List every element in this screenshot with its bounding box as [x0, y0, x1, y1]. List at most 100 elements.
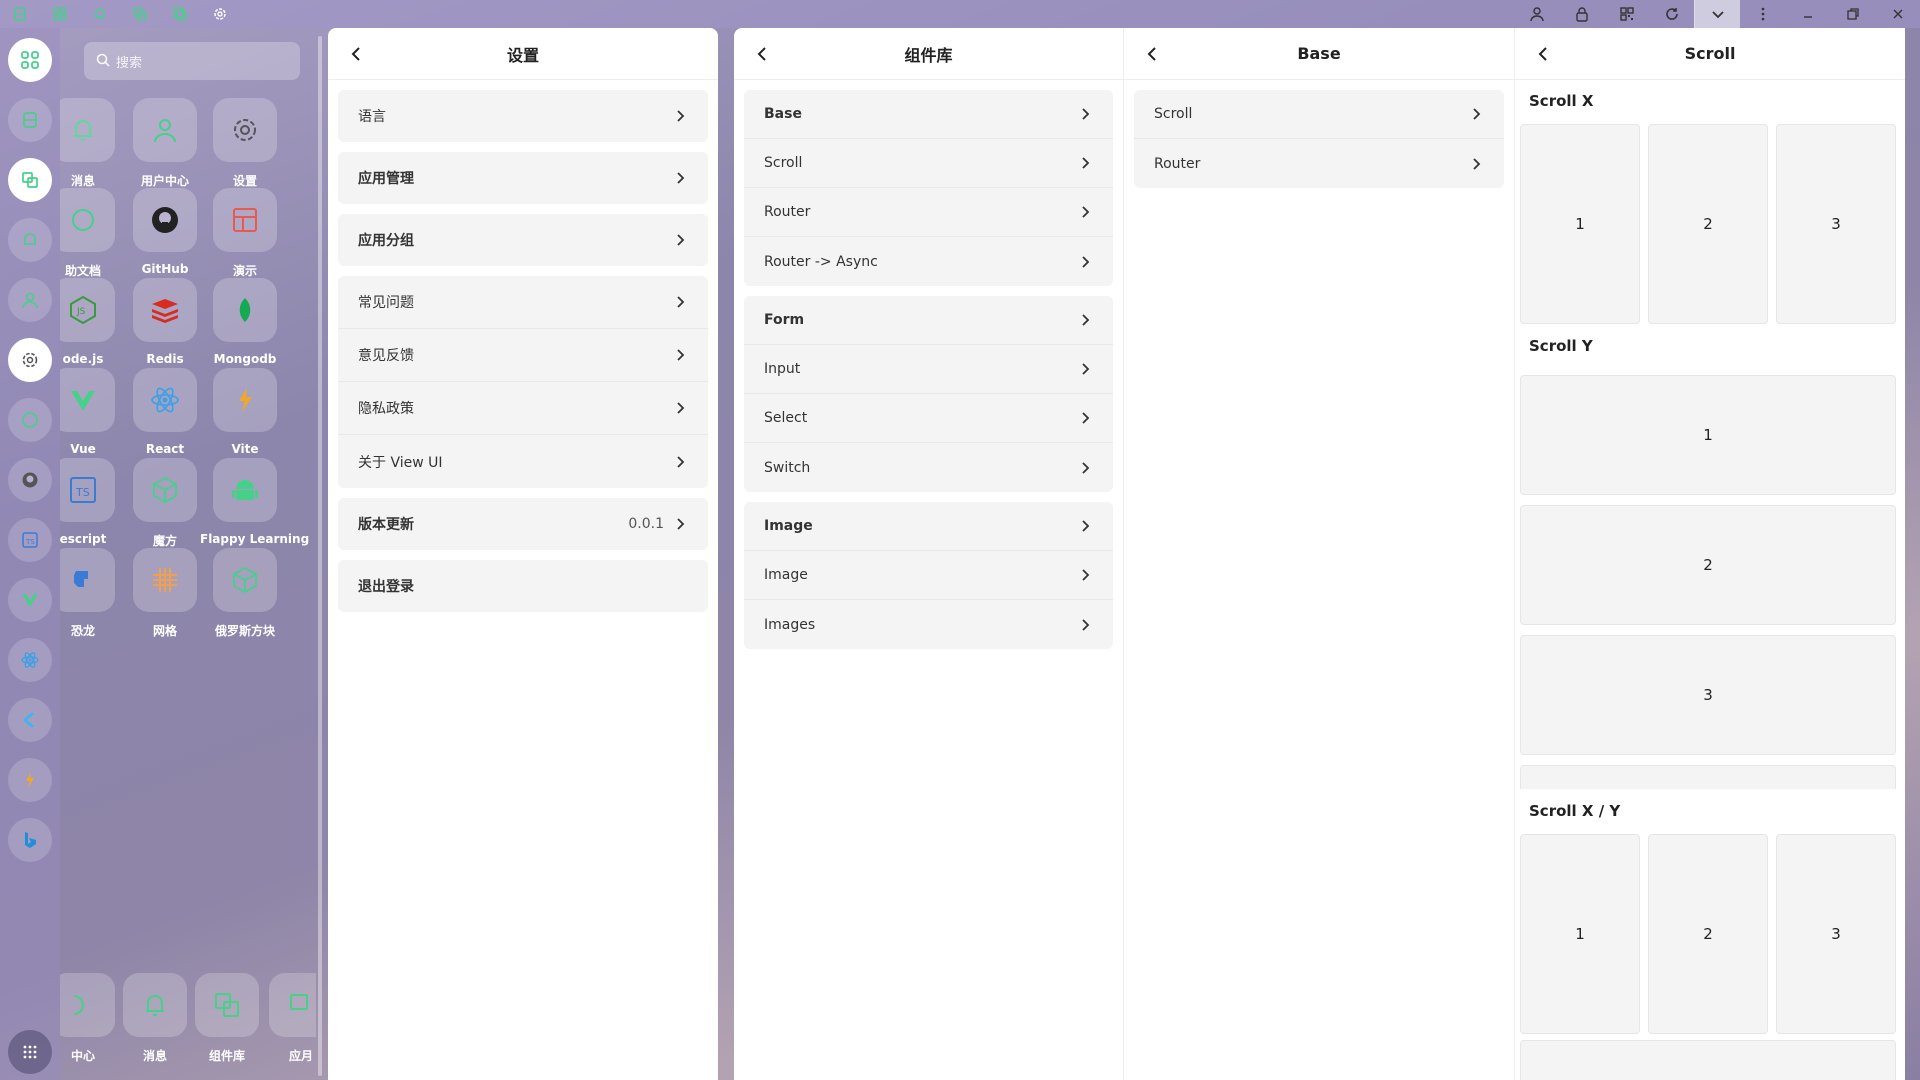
components-header: 组件库 [734, 28, 1123, 80]
grid-icon[interactable] [40, 0, 80, 28]
app-github[interactable]: GitHub [120, 188, 210, 276]
component-group-header[interactable]: Base [744, 90, 1113, 139]
settings-item-about[interactable]: 关于 View UI [338, 435, 708, 488]
settings-header: 设置 [328, 28, 718, 80]
gear-icon[interactable] [200, 0, 240, 28]
search-input[interactable]: 搜索 [84, 42, 300, 80]
vue-icon[interactable] [8, 578, 52, 622]
cube-icon [213, 548, 277, 612]
flutter-icon[interactable] [8, 698, 52, 742]
sheet-icon[interactable] [0, 0, 40, 28]
search-icon [96, 53, 110, 67]
app-settings[interactable]: 设置 [200, 98, 290, 189]
component-item-router-async[interactable]: Router -> Async [744, 237, 1113, 286]
close-icon[interactable] [1875, 0, 1920, 28]
taskbar-app[interactable]: 应月 [256, 973, 316, 1064]
bell-icon[interactable] [80, 0, 120, 28]
app-message[interactable]: 消息 [60, 98, 128, 189]
chevron-down-icon[interactable] [1695, 0, 1740, 28]
app-redis[interactable]: Redis [120, 278, 210, 366]
grid-icon[interactable] [8, 38, 52, 82]
app-tetris[interactable]: 俄罗斯方块 [200, 548, 290, 639]
copy-icon[interactable] [120, 0, 160, 28]
minimize-icon[interactable] [1785, 0, 1830, 28]
settings-group: 版本更新 0.0.1 [338, 498, 708, 550]
base-header: Base [1124, 28, 1514, 80]
svg-text:TS: TS [25, 538, 35, 546]
components-panel: 组件库 Base Scroll Router Router -> Async F… [734, 28, 1124, 1080]
copy-icon[interactable] [8, 158, 52, 202]
svg-text:JS: JS [76, 307, 86, 317]
scroll-y-cell: 2 [1520, 505, 1896, 625]
component-item-images[interactable]: Images [744, 600, 1113, 649]
app-grid[interactable]: 网格 [120, 548, 210, 639]
typescript-icon[interactable]: TS [8, 518, 52, 562]
bell-icon[interactable] [8, 218, 52, 262]
vite-icon[interactable] [8, 758, 52, 802]
gear-icon[interactable] [8, 338, 52, 382]
user-icon[interactable] [1514, 0, 1559, 28]
back-icon[interactable] [752, 44, 772, 64]
back-icon[interactable] [346, 44, 366, 64]
app-vue[interactable]: Vue [60, 368, 128, 456]
component-group-header[interactable]: Form [744, 296, 1113, 345]
scroll-x-cell: 1 [1520, 124, 1640, 324]
lock-icon[interactable] [1559, 0, 1604, 28]
settings-item-app-group[interactable]: 应用分组 [338, 214, 708, 266]
app-demo[interactable]: 演示 [200, 188, 290, 279]
page-title: 设置 [506, 45, 539, 65]
settings-item-faq[interactable]: 常见问题 [338, 276, 708, 329]
app-vite[interactable]: Vite [200, 368, 290, 456]
app-typescript[interactable]: TS escript [60, 458, 128, 546]
back-icon[interactable] [1142, 44, 1162, 64]
settings-item-logout[interactable]: 退出登录 [338, 560, 708, 612]
user-icon[interactable] [8, 278, 52, 322]
dino-icon [60, 548, 115, 612]
settings-item-privacy[interactable]: 隐私政策 [338, 382, 708, 435]
component-item-scroll[interactable]: Scroll [744, 139, 1113, 188]
settings-group: 常见问题 意见反馈 隐私政策 关于 View UI [338, 276, 708, 488]
refresh-icon[interactable] [1649, 0, 1694, 28]
component-item-router[interactable]: Router [744, 188, 1113, 237]
settings-item-app-manage[interactable]: 应用管理 [338, 152, 708, 204]
app-nodejs[interactable]: JS ode.js [60, 278, 128, 366]
doc-icon[interactable] [8, 398, 52, 442]
component-item-image[interactable]: Image [744, 551, 1113, 600]
stack-icon[interactable] [160, 0, 200, 28]
app-user-center[interactable]: 用户中心 [120, 98, 210, 189]
version-value: 0.0.1 [628, 516, 664, 532]
sheet-icon[interactable] [8, 98, 52, 142]
more-icon[interactable] [1740, 0, 1785, 28]
settings-item-version[interactable]: 版本更新 0.0.1 [338, 498, 708, 550]
launcher-scrollbar[interactable] [318, 36, 322, 1076]
app-mongodb[interactable]: Mongodb [200, 278, 290, 366]
bing-icon[interactable] [8, 818, 52, 862]
copy-icon [195, 973, 259, 1037]
component-item-switch[interactable]: Switch [744, 443, 1113, 492]
qrcode-icon[interactable] [1604, 0, 1649, 28]
grid-icon [133, 548, 197, 612]
app-cube[interactable]: 魔方 [120, 458, 210, 549]
back-icon[interactable] [1533, 44, 1553, 64]
base-item-router[interactable]: Router [1134, 139, 1504, 188]
chevron-right-icon [1077, 155, 1093, 171]
react-icon[interactable] [8, 638, 52, 682]
component-group-header[interactable]: Image [744, 502, 1113, 551]
chevron-right-icon [1468, 156, 1484, 172]
app-react[interactable]: React [120, 368, 210, 456]
chevron-right-icon [672, 347, 688, 363]
app-grid-icon[interactable] [8, 1030, 52, 1074]
base-item-scroll[interactable]: Scroll [1134, 90, 1504, 139]
chevron-right-icon [672, 108, 688, 124]
settings-item-language[interactable]: 语言 [338, 90, 708, 142]
app-dino[interactable]: 恐龙 [60, 548, 128, 639]
settings-item-feedback[interactable]: 意见反馈 [338, 329, 708, 382]
vue-icon [60, 368, 115, 432]
app-flappy-learning[interactable]: Flappy Learning [200, 458, 309, 546]
app-docs[interactable]: 助文档 [60, 188, 128, 279]
restore-icon[interactable] [1830, 0, 1875, 28]
component-item-select[interactable]: Select [744, 394, 1113, 443]
component-item-input[interactable]: Input [744, 345, 1113, 394]
github-icon[interactable] [8, 458, 52, 502]
chevron-right-icon [1077, 204, 1093, 220]
